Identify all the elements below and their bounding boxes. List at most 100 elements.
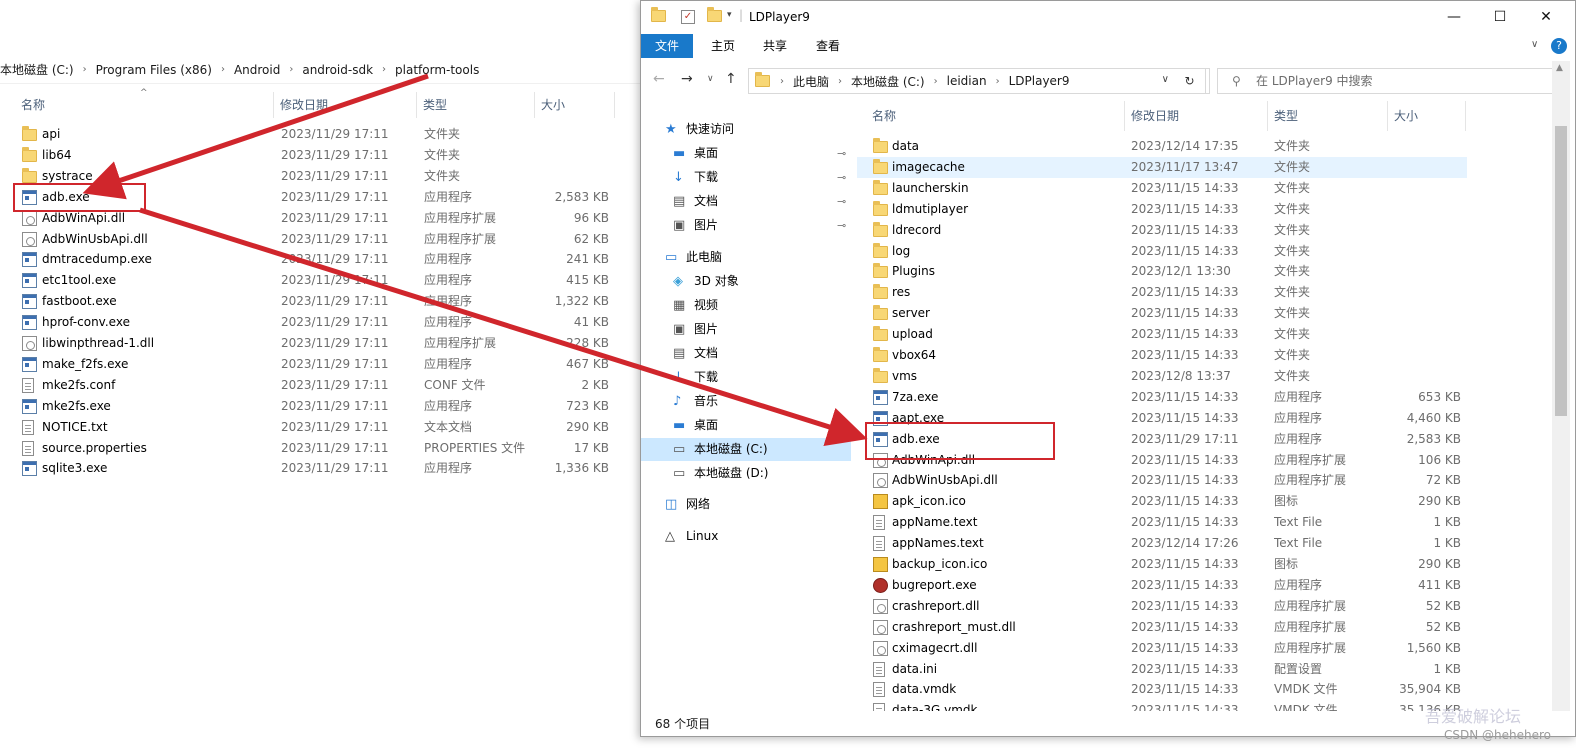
column-type-header[interactable]: 类型 [417, 92, 535, 118]
nav-item[interactable]: ♪ 音乐 [641, 390, 851, 413]
file-row[interactable]: dmtracedump.exe 2023/11/29 17:11 应用程序 241 K… [0, 249, 630, 270]
column-date-header[interactable]: 修改日期 [274, 92, 417, 118]
file-row[interactable]: mke2fs.exe 2023/11/29 17:11 应用程序 723 KB [0, 396, 630, 417]
search-input[interactable]: ⚲ 在 LDPlayer9 中搜索 [1217, 68, 1559, 94]
vertical-scrollbar[interactable]: ▲ [1552, 61, 1570, 711]
new-folder-icon[interactable] [707, 7, 722, 22]
nav-item[interactable]: ↓ 下载 ⊸ [641, 166, 851, 189]
breadcrumb-item[interactable]: LDPlayer9 [1003, 74, 1076, 88]
help-icon[interactable]: ? [1551, 38, 1567, 54]
file-row[interactable]: apk_icon.ico 2023/11/15 14:33 图标 290 KB [857, 491, 1467, 512]
nav-item[interactable]: ▤ 文档 ⊸ [641, 190, 851, 213]
file-row[interactable]: data.ini 2023/11/15 14:33 配置设置 1 KB [857, 659, 1467, 680]
nav-item[interactable]: ▣ 图片 [641, 318, 851, 341]
file-row[interactable]: bugreport.exe 2023/11/15 14:33 应用程序 411 KB [857, 575, 1467, 596]
nav-item[interactable]: ▦ 视频 [641, 294, 851, 317]
file-row[interactable]: imagecache 2023/11/17 13:47 文件夹 [857, 156, 1467, 178]
file-row[interactable]: launcherskin 2023/11/15 14:33 文件夹 [857, 178, 1467, 199]
file-row[interactable]: sqlite3.exe 2023/11/29 17:11 应用程序 1,336 KB [0, 458, 630, 479]
file-row[interactable]: backup_icon.ico 2023/11/15 14:33 图标 290 KB [857, 554, 1467, 575]
file-row[interactable]: ldmutiplayer 2023/11/15 14:33 文件夹 [857, 199, 1467, 220]
file-row[interactable]: etc1tool.exe 2023/11/29 17:11 应用程序 415 KB [0, 270, 630, 291]
address-dropdown-icon[interactable]: ∨ [1162, 74, 1169, 85]
file-row[interactable]: server 2023/11/15 14:33 文件夹 [857, 303, 1467, 324]
column-type-header[interactable]: 类型 [1268, 101, 1388, 131]
address-bar[interactable]: › 此电脑 › 本地磁盘 (C:) › leidian › LDPlayer9 ∨ [748, 68, 1210, 94]
pin-icon[interactable]: ⊸ [837, 142, 846, 165]
quick-access-dropdown-icon[interactable]: ▾ [727, 10, 732, 20]
file-row[interactable]: vms 2023/12/8 13:37 文件夹 [857, 366, 1467, 387]
nav-item[interactable]: ▭ 本地磁盘 (C:) [641, 438, 851, 461]
breadcrumb-item[interactable]: Android [228, 63, 286, 77]
file-row[interactable]: lib64 2023/11/29 17:11 文件夹 [0, 145, 630, 166]
file-row[interactable]: AdbWinUsbApi.dll 2023/11/29 17:11 应用程序扩展 62… [0, 229, 630, 250]
refresh-button[interactable]: ↻ [1174, 68, 1206, 94]
nav-item[interactable]: ▬ 桌面 ⊸ [641, 142, 851, 165]
minimize-button[interactable]: — [1431, 1, 1477, 34]
file-row[interactable]: upload 2023/11/15 14:33 文件夹 [857, 324, 1467, 345]
maximize-button[interactable]: ☐ [1477, 1, 1523, 34]
breadcrumb-item[interactable]: leidian [941, 74, 993, 88]
nav-item[interactable]: ▣ 图片 ⊸ [641, 214, 851, 237]
column-name-header[interactable]: 名称 [866, 101, 1125, 131]
pin-icon[interactable]: ⊸ [837, 214, 846, 237]
file-row[interactable]: cximagecrt.dll 2023/11/15 14:33 应用程序扩展 1,56… [857, 638, 1467, 659]
file-row[interactable]: data.vmdk 2023/11/15 14:33 VMDK 文件 35,904 K… [857, 679, 1467, 700]
file-row[interactable]: data 2023/12/14 17:35 文件夹 [857, 136, 1467, 157]
file-row[interactable]: api 2023/11/29 17:11 文件夹 [0, 124, 630, 145]
tab-home[interactable]: 主页 [697, 34, 749, 58]
column-size-header[interactable]: 大小 [535, 92, 615, 118]
close-button[interactable]: ✕ [1523, 1, 1569, 34]
left-breadcrumb[interactable]: 本地磁盘 (C:) › Program Files (x86) › Android ›… [0, 56, 640, 84]
breadcrumb-item[interactable]: platform-tools [389, 63, 485, 77]
nav-item[interactable]: ↓ 下载 [641, 366, 851, 389]
nav-item[interactable]: △ Linux [641, 525, 851, 548]
file-row[interactable]: crashreport_must.dll 2023/11/15 14:33 应用程序… [857, 617, 1467, 638]
tab-view[interactable]: 查看 [802, 34, 854, 58]
scroll-up-icon[interactable]: ▲ [1556, 63, 1563, 73]
file-row[interactable]: vbox64 2023/11/15 14:33 文件夹 [857, 345, 1467, 366]
file-row[interactable]: appNames.text 2023/12/14 17:26 Text File 1 … [857, 533, 1467, 554]
file-row[interactable]: fastboot.exe 2023/11/29 17:11 应用程序 1,322 KB [0, 291, 630, 312]
file-row[interactable]: ldrecord 2023/11/15 14:33 文件夹 [857, 220, 1467, 241]
file-row[interactable]: mke2fs.conf 2023/11/29 17:11 CONF 文件 2 KB [0, 375, 630, 396]
pin-icon[interactable]: ⊸ [837, 166, 846, 189]
title-bar[interactable]: ✓ ▾ | LDPlayer9 — ☐ ✕ [641, 1, 1575, 34]
pin-icon[interactable]: ⊸ [837, 190, 846, 213]
nav-item[interactable]: ◈ 3D 对象 [641, 270, 851, 293]
column-date-header[interactable]: 修改日期 [1125, 101, 1268, 131]
column-name-header[interactable]: 名称 [15, 92, 274, 118]
file-row[interactable]: log 2023/11/15 14:33 文件夹 [857, 241, 1467, 262]
file-row[interactable]: appName.text 2023/11/15 14:33 Text File 1 K… [857, 512, 1467, 533]
forward-arrow-icon[interactable]: → [681, 71, 693, 87]
file-row[interactable]: AdbWinUsbApi.dll 2023/11/15 14:33 应用程序扩展 72… [857, 470, 1467, 491]
breadcrumb-item[interactable]: 本地磁盘 (C:) [845, 73, 931, 90]
nav-item[interactable]: ▬ 桌面 [641, 414, 851, 437]
breadcrumb-item[interactable]: android-sdk [296, 63, 379, 77]
file-row[interactable]: data-3G.vmdk 2023/11/15 14:33 VMDK 文件 35,13… [857, 700, 1467, 711]
up-arrow-icon[interactable]: ↑ [725, 71, 737, 87]
scrollbar-thumb[interactable] [1555, 126, 1567, 416]
file-row[interactable]: libwinpthread-1.dll 2023/11/29 17:11 应用程序扩… [0, 333, 630, 354]
properties-icon[interactable]: ✓ [681, 10, 695, 24]
nav-item[interactable]: ▭ 本地磁盘 (D:) [641, 462, 851, 485]
nav-item[interactable]: ▭ 此电脑 [641, 246, 851, 269]
nav-item[interactable]: ▤ 文档 [641, 342, 851, 365]
file-row[interactable]: 7za.exe 2023/11/15 14:33 应用程序 653 KB [857, 387, 1467, 408]
tab-file[interactable]: 文件 [641, 34, 694, 58]
file-row[interactable]: crashreport.dll 2023/11/15 14:33 应用程序扩展 52 … [857, 596, 1467, 617]
breadcrumb-item[interactable]: 此电脑 [787, 73, 835, 90]
file-row[interactable]: Plugins 2023/12/1 13:30 文件夹 [857, 261, 1467, 282]
recent-locations-icon[interactable]: ∨ [707, 74, 714, 84]
breadcrumb-item[interactable]: Program Files (x86) [90, 63, 218, 77]
tab-share[interactable]: 共享 [749, 34, 801, 58]
file-row[interactable]: source.properties 2023/11/29 17:11 PROPERT… [0, 438, 630, 459]
file-row[interactable]: make_f2fs.exe 2023/11/29 17:11 应用程序 467 KB [0, 354, 630, 375]
column-size-header[interactable]: 大小 [1388, 101, 1466, 131]
file-row[interactable]: hprof-conv.exe 2023/11/29 17:11 应用程序 41 KB [0, 312, 630, 333]
nav-item[interactable]: ★ 快速访问 [641, 118, 851, 141]
chevron-down-icon[interactable]: ∨ [1531, 39, 1538, 50]
breadcrumb-item[interactable]: 本地磁盘 (C:) [0, 61, 80, 78]
file-row[interactable]: res 2023/11/15 14:33 文件夹 [857, 282, 1467, 303]
nav-item[interactable]: ◫ 网络 [641, 493, 851, 516]
